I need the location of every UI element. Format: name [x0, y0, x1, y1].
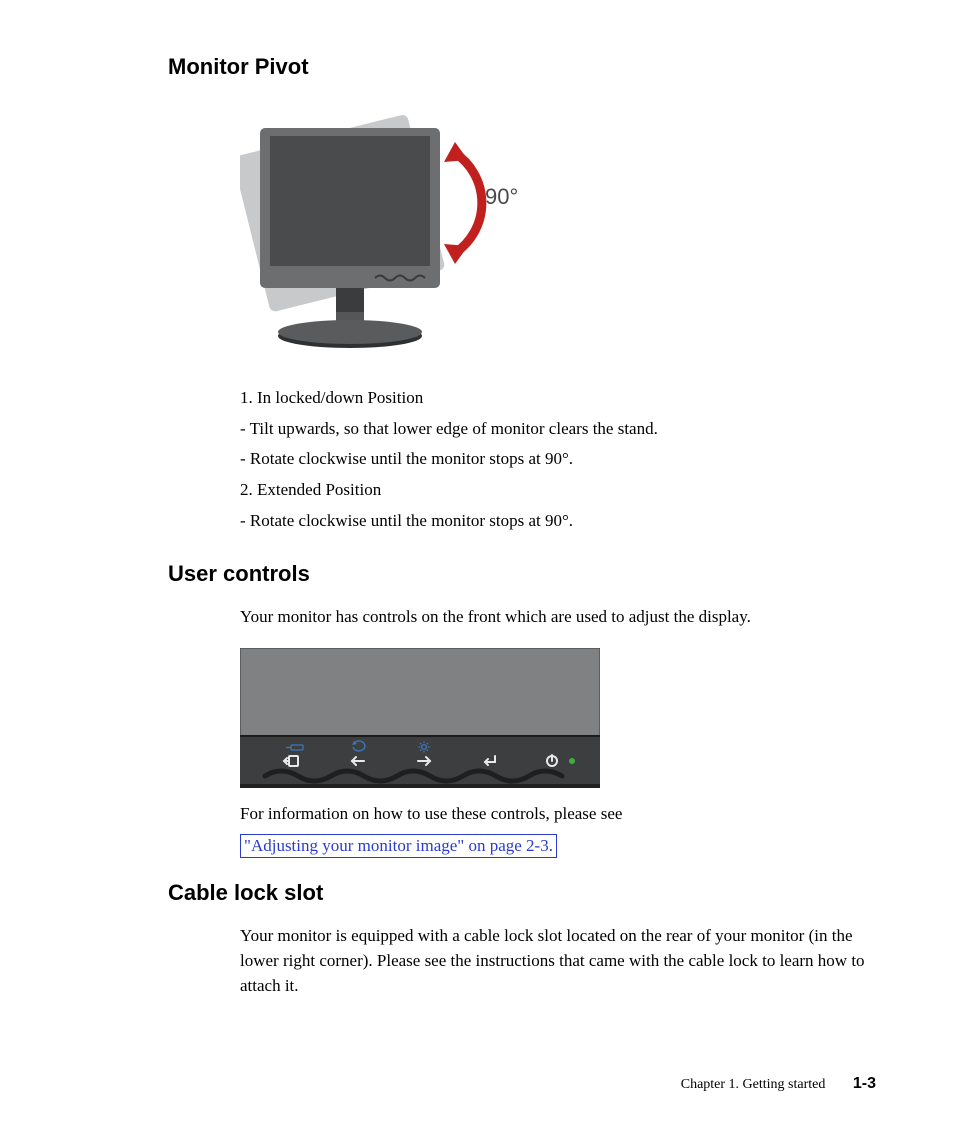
link-adjusting-image[interactable]: "Adjusting your monitor image" on page 2… [240, 834, 557, 858]
page-footer: Chapter 1. Getting started 1-3 [681, 1075, 876, 1093]
pivot-step-1: 1. In locked/down Position [240, 386, 874, 411]
figure-monitor-pivot: 90° [240, 98, 560, 368]
heading-cable-lock: Cable lock slot [70, 880, 884, 906]
user-controls-followup: For information on how to use these cont… [240, 802, 874, 827]
figure-bezel-controls [240, 648, 600, 788]
heading-monitor-pivot: Monitor Pivot [70, 54, 884, 80]
monitor-pivot-illustration [240, 98, 560, 368]
heading-user-controls: User controls [70, 561, 884, 587]
pivot-step-1b: - Rotate clockwise until the monitor sto… [240, 447, 874, 472]
footer-page-number: 1-3 [853, 1075, 876, 1092]
user-controls-intro: Your monitor has controls on the front w… [240, 605, 874, 630]
angle-label: 90° [485, 184, 518, 210]
power-led [569, 758, 575, 764]
bezel-controls-illustration [240, 648, 600, 788]
pivot-step-2: 2. Extended Position [240, 478, 874, 503]
cable-lock-body: Your monitor is equipped with a cable lo… [240, 924, 874, 998]
pivot-step-2a: - Rotate clockwise until the monitor sto… [240, 509, 874, 534]
footer-chapter: Chapter 1. Getting started [681, 1077, 826, 1092]
pivot-step-1a: - Tilt upwards, so that lower edge of mo… [240, 417, 874, 442]
rotate-arrow-icon [444, 142, 482, 264]
